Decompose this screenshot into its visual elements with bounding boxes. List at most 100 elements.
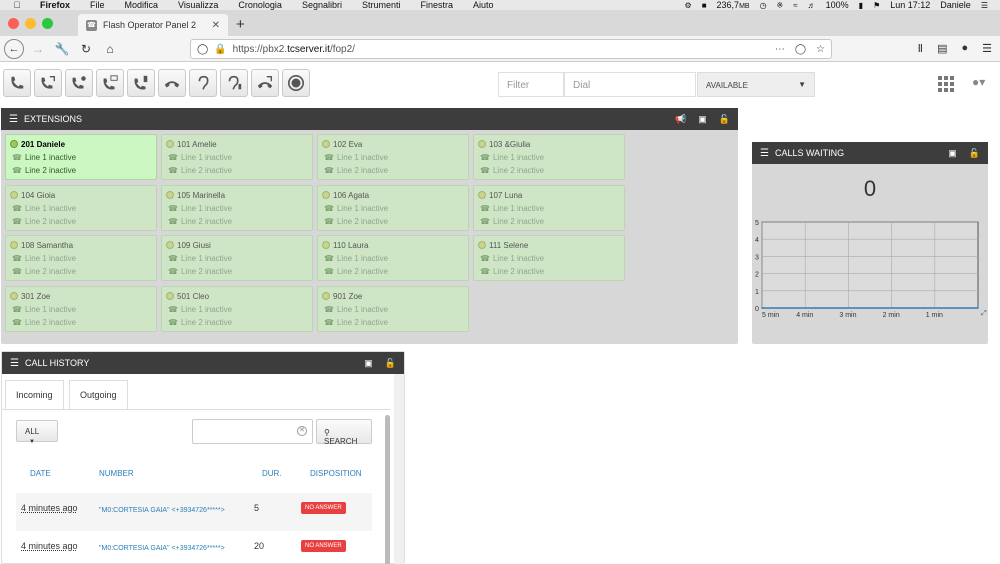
line-2-status[interactable]: ☎ Line 2 inactive	[322, 316, 464, 329]
extension-card[interactable]: 101 Amelie ☎ Line 1 inactive ☎ Line 2 inacti…	[161, 134, 313, 180]
lock-panel-icon[interactable]: 🔓	[719, 114, 730, 125]
line-1-status[interactable]: ☎ Line 1 inactive	[166, 252, 308, 265]
line-2-status[interactable]: ☎ Line 2 inactive	[478, 265, 620, 278]
reload-icon[interactable]: ↻	[76, 39, 96, 59]
line-2-status[interactable]: ☎ Line 2 inactive	[478, 215, 620, 228]
extension-card[interactable]: 901 Zoe ☎ Line 1 inactive ☎ Line 2 inactive	[317, 286, 469, 332]
hangup-button[interactable]	[158, 69, 186, 97]
line-2-status[interactable]: ☎ Line 2 inactive	[166, 265, 308, 278]
clear-search-icon[interactable]: ✕	[297, 426, 307, 436]
menu-file[interactable]: File	[90, 0, 105, 10]
menubar-clock[interactable]: Lun 17:12	[890, 0, 930, 10]
menu-segnalibri[interactable]: Segnalibri	[302, 0, 342, 10]
call-number[interactable]: "M0:CORTESIA GAIA" <+3934726*****>	[99, 507, 225, 514]
account-icon[interactable]: ●	[961, 42, 968, 55]
bookmark-star-icon[interactable]: ☆	[816, 44, 825, 55]
close-window-button[interactable]	[8, 18, 19, 29]
hamburger-menu-icon[interactable]: ☰	[982, 42, 992, 55]
maximize-icon[interactable]: ▣	[698, 114, 707, 125]
line-2-status[interactable]: ☎ Line 2 inactive	[166, 215, 308, 228]
list-icon[interactable]: ☰	[981, 1, 988, 10]
call-number[interactable]: "M0:CORTESIA GAIA" <+3934726*****>	[99, 545, 225, 552]
park-button[interactable]	[251, 69, 279, 97]
extension-card[interactable]: 301 Zoe ☎ Line 1 inactive ☎ Line 2 inactive	[5, 286, 157, 332]
shield-icon[interactable]: ◯	[197, 44, 208, 55]
line-2-status[interactable]: ☎ Line 2 inactive	[10, 215, 152, 228]
line-2-status[interactable]: ☎ Line 2 inactive	[166, 164, 308, 177]
memory-icon[interactable]: ■	[702, 1, 707, 10]
minimize-window-button[interactable]	[25, 18, 36, 29]
line-1-status[interactable]: ☎ Line 1 inactive	[10, 303, 152, 316]
line-2-status[interactable]: ☎ Line 2 inactive	[322, 265, 464, 278]
dial-input[interactable]: Dial	[564, 72, 696, 97]
line-2-status[interactable]: ☎ Line 2 inactive	[10, 316, 152, 329]
line-2-status[interactable]: ☎ Line 2 inactive	[10, 265, 152, 278]
line-1-status[interactable]: ☎ Line 1 inactive	[10, 252, 152, 265]
extension-card[interactable]: 102 Eva ☎ Line 1 inactive ☎ Line 2 inactive	[317, 134, 469, 180]
line-1-status[interactable]: ☎ Line 1 inactive	[166, 202, 308, 215]
extension-card[interactable]: 201 Daniele ☎ Line 1 inactive ☎ Line 2 inact…	[5, 134, 157, 180]
pocket-icon[interactable]: ◯	[795, 44, 806, 55]
volume-icon[interactable]: ♬	[808, 1, 816, 10]
clock-icon[interactable]: ◷	[760, 1, 767, 10]
flag-icon[interactable]: ⚑	[873, 1, 880, 10]
line-1-status[interactable]: ☎ Line 1 inactive	[322, 303, 464, 316]
maximize-icon[interactable]: ▣	[948, 148, 957, 159]
extension-card[interactable]: 104 Gioia ☎ Line 1 inactive ☎ Line 2 inactiv…	[5, 185, 157, 231]
menu-finestra[interactable]: Finestra	[420, 0, 453, 10]
grid-menu-icon[interactable]	[938, 76, 954, 92]
wifi-icon[interactable]: ≈	[793, 1, 797, 10]
battery-percent[interactable]: 100%	[826, 0, 849, 10]
page-actions-icon[interactable]: ⋯	[775, 44, 785, 55]
line-2-status[interactable]: ☎ Line 2 inactive	[322, 215, 464, 228]
lock-panel-icon[interactable]: 🔓	[969, 148, 980, 159]
scrollbar-thumb[interactable]	[385, 415, 390, 564]
call-history-row[interactable]: 4 minutes ago "M0:CORTESIA GAIA" <+39347…	[16, 493, 372, 531]
user-menu-icon[interactable]: ●▾	[972, 75, 985, 89]
line-1-status[interactable]: ☎ Line 1 inactive	[478, 252, 620, 265]
lock-icon[interactable]: 🔒	[214, 44, 226, 55]
line-1-status[interactable]: ☎ Line 1 inactive	[166, 151, 308, 164]
call-search-input[interactable]: ✕	[192, 419, 313, 444]
column-duration[interactable]: DUR.	[262, 469, 282, 478]
extension-card[interactable]: 108 Samantha ☎ Line 1 inactive ☎ Line 2 inac…	[5, 235, 157, 281]
record-button[interactable]	[127, 69, 155, 97]
battery-icon[interactable]: ▮	[859, 1, 863, 10]
whisper-button[interactable]	[220, 69, 248, 97]
listen-button[interactable]	[189, 69, 217, 97]
bluetooth-icon[interactable]: ※	[777, 1, 784, 10]
menu-visualizza[interactable]: Visualizza	[178, 0, 218, 10]
line-2-status[interactable]: ☎ Line 2 inactive	[478, 164, 620, 177]
extension-card[interactable]: 111 Selene ☎ Line 1 inactive ☎ Line 2 inacti…	[473, 235, 625, 281]
column-disposition[interactable]: DISPOSITION	[310, 469, 362, 478]
menu-strumenti[interactable]: Strumenti	[362, 0, 401, 10]
menu-modifica[interactable]: Modifica	[125, 0, 159, 10]
extension-card[interactable]: 110 Laura ☎ Line 1 inactive ☎ Line 2 inactiv…	[317, 235, 469, 281]
extension-card[interactable]: 103 &Giulia ☎ Line 1 inactive ☎ Line 2 inact…	[473, 134, 625, 180]
stop-record-button[interactable]	[282, 69, 310, 97]
megaphone-icon[interactable]: 📢	[675, 114, 686, 125]
line-1-status[interactable]: ☎ Line 1 inactive	[322, 252, 464, 265]
call-filter-select[interactable]: ALL ▼	[16, 420, 58, 445]
dial-button[interactable]	[3, 69, 31, 97]
line-1-status[interactable]: ☎ Line 1 inactive	[322, 151, 464, 164]
panel-menu-icon[interactable]: ☰	[10, 358, 19, 369]
url-bar[interactable]: ◯ 🔒 https://pbx2.tcserver.it/fop2/ ⋯ ◯ ☆	[190, 39, 832, 59]
menu-aiuto[interactable]: Aiuto	[473, 0, 494, 10]
presence-status-select[interactable]: AVAILABLE ▼	[697, 72, 815, 97]
filter-input[interactable]: Filter	[498, 72, 564, 97]
column-date[interactable]: DATE	[30, 469, 51, 478]
menu-cronologia[interactable]: Cronologia	[238, 0, 282, 10]
column-number[interactable]: NUMBER	[99, 469, 134, 478]
calls-waiting-header[interactable]: ☰ CALLS WAITING ▣ 🔓	[752, 142, 988, 164]
apple-icon[interactable]: 	[12, 0, 22, 10]
forward-arrow-icon[interactable]: →	[28, 39, 48, 59]
menubar-user[interactable]: Daniele	[940, 0, 971, 10]
lock-panel-icon[interactable]: 🔓	[385, 358, 396, 369]
line-1-status[interactable]: ☎ Line 1 inactive	[322, 202, 464, 215]
tab-outgoing[interactable]: Outgoing	[69, 380, 128, 410]
line-1-status[interactable]: ☎ Line 1 inactive	[478, 151, 620, 164]
call-history-header[interactable]: ☰ CALL HISTORY ▣ 🔓	[2, 352, 404, 374]
zoom-window-button[interactable]	[42, 18, 53, 29]
close-tab-icon[interactable]: ✕	[212, 20, 220, 31]
